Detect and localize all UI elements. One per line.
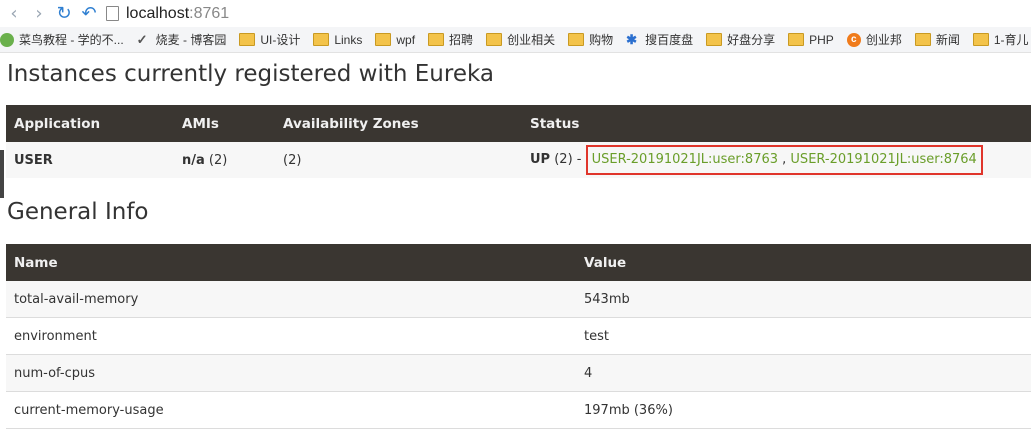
instance-links-highlight: USER-20191021JL:user:8763 , USER-2019102…: [585, 145, 983, 175]
general-info-title: General Info: [7, 199, 149, 225]
bookmark-item[interactable]: 创业相关: [486, 31, 555, 48]
back-icon[interactable]: ‹: [3, 3, 25, 25]
folder-icon: [706, 33, 723, 46]
bookmark-item[interactable]: 1-育儿: [972, 31, 1029, 48]
bookmark-label: PHP: [809, 32, 834, 47]
bookmark-item[interactable]: UI-设计: [239, 31, 300, 48]
page-icon: [106, 6, 119, 21]
header-zones: Availability Zones: [275, 105, 522, 142]
bookmark-label: wpf: [396, 32, 416, 47]
bookmark-label: 招聘: [449, 33, 474, 47]
folder-icon: [375, 33, 392, 46]
green-circle-icon: [0, 32, 14, 47]
refresh-icon[interactable]: ↻: [53, 3, 75, 25]
bookmark-label: UI-设计: [260, 33, 301, 47]
table-row: total-avail-memory 543mb: [6, 281, 1031, 318]
bookmark-label: 烧麦 - 博客园: [155, 33, 227, 47]
bookmarks-bar: 菜鸟教程 - 学的不... ✓ 烧麦 - 博客园 UI-设计 Links wpf …: [0, 27, 1031, 53]
bookmark-mark-icon: ✓: [136, 31, 148, 47]
address-bar[interactable]: localhost:8761: [106, 5, 229, 23]
bookmark-label: Links: [334, 32, 363, 47]
folder-icon: [313, 33, 330, 46]
bookmark-item[interactable]: wpf: [375, 33, 415, 47]
bookmark-label: 1-育儿: [993, 33, 1029, 47]
table-header-row: Name Value: [6, 244, 1031, 281]
bookmark-item[interactable]: 新闻: [914, 31, 960, 48]
browser-toolbar: ‹ › ↻ ↶ localhost:8761: [0, 0, 1031, 27]
header-amis: AMIs: [174, 105, 275, 142]
info-name-cell: num-of-cpus: [6, 354, 576, 392]
bookmark-item[interactable]: c 创业邦: [846, 31, 902, 48]
status-up: UP: [530, 152, 551, 167]
general-info-table: Name Value total-avail-memory 543mb envi…: [6, 244, 1031, 429]
url-host: localhost: [126, 4, 190, 22]
instances-table: Application AMIs Availability Zones Stat…: [6, 105, 1031, 178]
bookmark-item[interactable]: PHP: [788, 33, 834, 47]
bookmark-item[interactable]: Links: [313, 33, 362, 47]
folder-icon: [486, 33, 503, 46]
bookmark-item[interactable]: 购物: [568, 31, 613, 48]
bookmark-label: 创业邦: [865, 33, 902, 47]
folder-icon: [914, 33, 931, 46]
forward-icon[interactable]: ›: [28, 3, 50, 25]
info-value-cell: 197mb (36%): [576, 391, 1031, 429]
folder-icon: [428, 33, 445, 46]
bookmark-label: 搜百度盘: [645, 33, 694, 47]
info-value-cell: 543mb: [576, 281, 1031, 318]
application-cell: USER: [6, 142, 174, 178]
bookmark-label: 菜鸟教程 - 学的不...: [19, 33, 124, 47]
url-text[interactable]: localhost:8761: [126, 5, 229, 23]
bookmark-item[interactable]: 菜鸟教程 - 学的不...: [0, 31, 124, 48]
table-row: current-memory-usage 197mb (36%): [6, 391, 1031, 429]
bookmark-label: 创业相关: [507, 33, 556, 47]
zones-cell: (2): [275, 142, 522, 178]
amis-cell: n/a (2): [174, 142, 275, 178]
table-header-row: Application AMIs Availability Zones Stat…: [6, 105, 1031, 142]
status-count: (2) -: [550, 152, 586, 167]
instance-link-8764[interactable]: USER-20191021JL:user:8764: [790, 152, 976, 167]
header-name: Name: [6, 244, 576, 281]
bookmark-item[interactable]: ✱ 搜百度盘: [626, 31, 693, 48]
info-value-cell: test: [576, 317, 1031, 355]
info-value-cell: 4: [576, 354, 1031, 392]
bookmark-item[interactable]: 招聘: [428, 31, 473, 48]
table-row: USER n/a (2) (2) UP (2) - USER-20191021J…: [6, 142, 1031, 178]
orange-badge-icon: c: [846, 32, 861, 47]
table-row: num-of-cpus 4: [6, 354, 1031, 392]
bookmark-label: 购物: [589, 33, 614, 47]
info-name-cell: current-memory-usage: [6, 391, 576, 429]
folder-icon: [568, 33, 585, 46]
amis-count: (2): [204, 152, 228, 168]
amis-na: n/a: [182, 152, 205, 168]
info-name-cell: total-avail-memory: [6, 281, 576, 318]
bookmark-item[interactable]: ✓ 烧麦 - 博客园: [137, 31, 227, 48]
status-cell: UP (2) - USER-20191021JL:user:8763 , USE…: [522, 142, 1031, 178]
header-application: Application: [6, 105, 174, 142]
header-status: Status: [522, 105, 1031, 142]
instance-link-8763[interactable]: USER-20191021JL:user:8763: [592, 152, 778, 167]
page-edge-marker: [0, 150, 4, 198]
link-separator: ,: [778, 152, 791, 167]
folder-icon: [788, 33, 805, 46]
bookmark-label: 好盘分享: [727, 33, 776, 47]
info-name-cell: environment: [6, 317, 576, 355]
table-row: environment test: [6, 317, 1031, 355]
url-port: :8761: [189, 4, 230, 22]
undo-icon[interactable]: ↶: [78, 3, 100, 25]
bookmark-label: 新闻: [935, 33, 960, 47]
bookmark-item[interactable]: 好盘分享: [706, 31, 775, 48]
folder-icon: [972, 33, 989, 46]
instances-title: Instances currently registered with Eure…: [7, 61, 494, 87]
header-value: Value: [576, 244, 1031, 281]
blue-mark-icon: ✱: [626, 31, 637, 47]
folder-icon: [239, 33, 256, 46]
